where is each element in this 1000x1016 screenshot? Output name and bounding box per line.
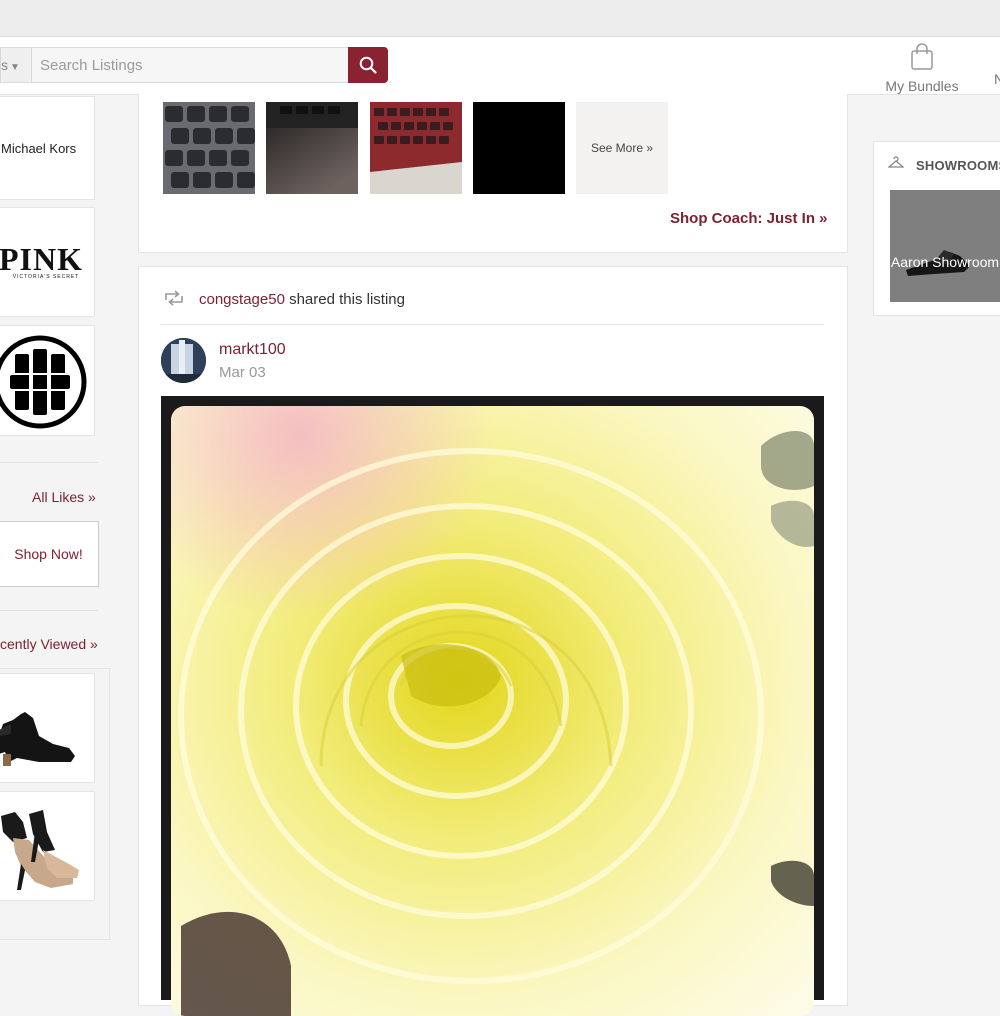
browser-top-strip bbox=[0, 0, 1000, 37]
site-header: s▼ My Bundles N bbox=[0, 37, 1000, 95]
showroom-label: Aaron Showroom bbox=[890, 254, 1000, 270]
pink-logo: PINK VICTORIA'S SECRET bbox=[0, 241, 83, 280]
my-bundles-button[interactable]: My Bundles bbox=[880, 43, 964, 94]
avatar[interactable] bbox=[161, 338, 206, 383]
recently-viewed-item[interactable] bbox=[0, 673, 95, 783]
see-more-label: See More » bbox=[590, 141, 654, 155]
showroom-tile[interactable]: Aaron Showroom bbox=[890, 190, 1000, 302]
showrooms-panel: SHOWROOMS Aaron Showroom bbox=[873, 141, 1000, 316]
search-button[interactable] bbox=[348, 47, 388, 83]
all-likes-link[interactable]: All Likes » bbox=[32, 489, 96, 505]
search-icon bbox=[359, 56, 377, 74]
search-scope-dropdown[interactable]: s ▼ bbox=[0, 47, 32, 83]
yellow-ranunculus-flower-photo-icon bbox=[171, 406, 814, 1016]
author-username-link[interactable]: markt100 bbox=[219, 341, 286, 359]
keyboard-keys-photo-icon bbox=[163, 102, 255, 194]
nav-item-partial[interactable]: N bbox=[994, 71, 1000, 87]
listing-thumbnail[interactable] bbox=[473, 102, 565, 194]
see-more-button[interactable]: See More » bbox=[576, 102, 668, 194]
recently-viewed-link[interactable]: cently Viewed » bbox=[0, 636, 98, 652]
nude-black-heel-sandal-icon bbox=[1, 810, 79, 890]
hanger-icon bbox=[888, 156, 904, 168]
my-bundles-label: My Bundles bbox=[885, 78, 959, 94]
listing-thumbnail[interactable] bbox=[163, 102, 255, 194]
search-input[interactable] bbox=[31, 47, 349, 83]
divider bbox=[161, 324, 824, 325]
brand-card-tory-burch[interactable] bbox=[0, 325, 95, 436]
search-scope-label: s bbox=[1, 57, 8, 73]
listing-main-image[interactable] bbox=[161, 396, 824, 1016]
brand-card-pink[interactable]: PINK VICTORIA'S SECRET bbox=[0, 207, 95, 317]
tory-burch-logo-icon bbox=[0, 335, 87, 428]
share-line: congstage50 shared this listing bbox=[199, 291, 405, 308]
listing-thumbnail[interactable] bbox=[370, 102, 462, 194]
shop-now-label: Shop Now! bbox=[14, 546, 83, 562]
showrooms-title: SHOWROOMS bbox=[916, 158, 1000, 173]
chevron-down-icon: ▼ bbox=[10, 62, 20, 73]
red-keyboard-photo-icon bbox=[370, 102, 462, 194]
black-ankle-boot-icon bbox=[0, 712, 75, 766]
sharer-username-link[interactable]: congstage50 bbox=[199, 291, 285, 308]
divider bbox=[0, 462, 98, 463]
repost-icon bbox=[165, 290, 183, 306]
shop-now-button[interactable]: Shop Now! bbox=[0, 521, 99, 587]
brand-card-michael-kors[interactable]: Michael Kors bbox=[0, 96, 95, 200]
share-action-text: shared this listing bbox=[284, 291, 405, 308]
post-date: Mar 03 bbox=[219, 364, 266, 381]
shopping-bag-icon bbox=[911, 43, 933, 70]
brand-name: Michael Kors bbox=[1, 140, 77, 156]
avatar-photo-icon bbox=[161, 338, 206, 383]
shop-coach-link[interactable]: Shop Coach: Just In » bbox=[670, 210, 828, 227]
recently-viewed-item[interactable] bbox=[0, 791, 95, 901]
laptop-dark-photo-icon bbox=[266, 102, 358, 194]
listing-thumbnail[interactable] bbox=[266, 102, 358, 194]
divider bbox=[0, 610, 98, 611]
